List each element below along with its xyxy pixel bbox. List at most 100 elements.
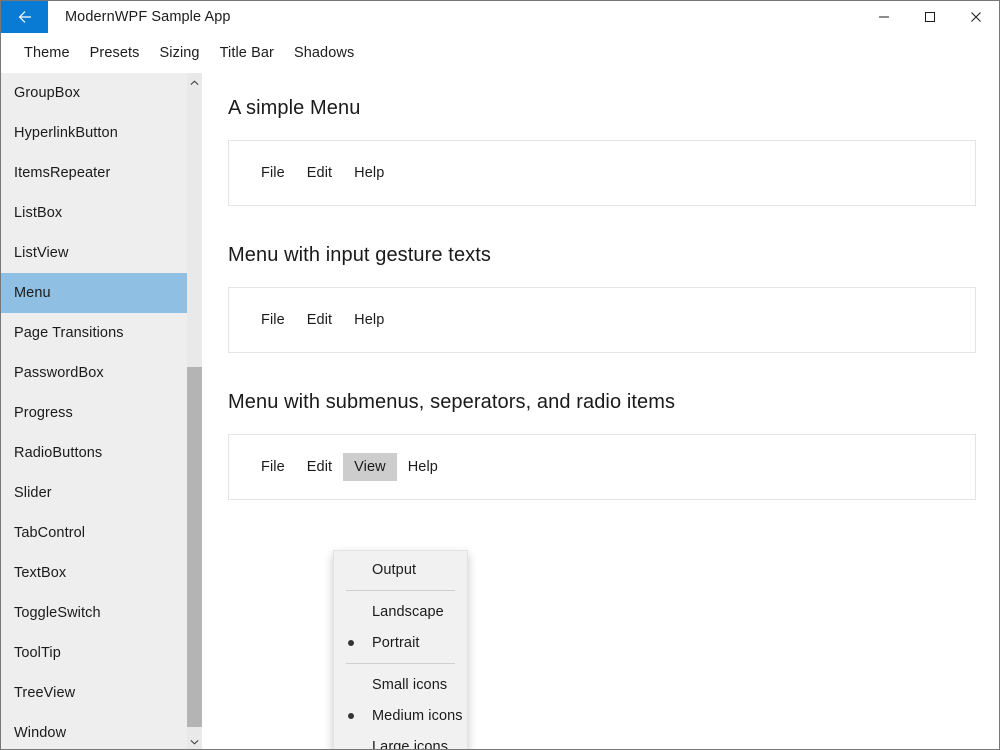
popup-item-large-icons[interactable]: Large icons — [334, 731, 467, 750]
popup-separator — [346, 663, 455, 664]
menubar: File Edit View Help — [250, 453, 449, 481]
view-dropdown-menu: Output Landscape Portrait Small icons Me… — [333, 550, 468, 750]
chevron-up-icon — [190, 73, 199, 91]
close-button[interactable] — [953, 1, 999, 33]
menubar: File Edit Help — [250, 159, 395, 187]
popup-item-portrait[interactable]: Portrait — [334, 627, 467, 658]
sidebar-item-label: PasswordBox — [14, 365, 104, 381]
section-submenu-menu: Menu with submenus, seperators, and radi… — [228, 389, 999, 500]
sidebar-item-label: Progress — [14, 405, 73, 421]
scroll-down-button[interactable] — [187, 732, 202, 749]
chevron-down-icon — [190, 732, 199, 750]
menu-item-edit[interactable]: Edit — [296, 159, 343, 187]
menu-card-simple: File Edit Help — [228, 140, 976, 206]
sidebar-item-label: Menu — [14, 285, 51, 301]
popup-item-landscape[interactable]: Landscape — [334, 596, 467, 627]
caption-buttons — [861, 1, 999, 33]
body: GroupBox HyperlinkButton ItemsRepeater L… — [1, 73, 999, 749]
sidebar-item-label: TabControl — [14, 525, 86, 541]
popup-item-label: Portrait — [372, 634, 420, 651]
sidebar-item-menu[interactable]: Menu — [1, 273, 187, 313]
sidebar-item-passwordbox[interactable]: PasswordBox — [1, 353, 187, 393]
menu-item-file[interactable]: File — [250, 453, 296, 481]
popup-item-medium-icons[interactable]: Medium icons — [334, 700, 467, 731]
maximize-icon — [924, 11, 936, 23]
sidebar-item-listbox[interactable]: ListBox — [1, 193, 187, 233]
close-icon — [970, 11, 982, 23]
section-title: Menu with submenus, seperators, and radi… — [228, 391, 676, 413]
sidebar: GroupBox HyperlinkButton ItemsRepeater L… — [1, 73, 202, 749]
sidebar-item-itemsrepeater[interactable]: ItemsRepeater — [1, 153, 187, 193]
menu-item-edit[interactable]: Edit — [296, 306, 343, 334]
maximize-button[interactable] — [907, 1, 953, 33]
sidebar-item-label: ToggleSwitch — [14, 605, 101, 621]
sidebar-item-slider[interactable]: Slider — [1, 473, 187, 513]
tab-sizing[interactable]: Sizing — [150, 41, 210, 65]
section-title: Menu with input gesture texts — [228, 244, 492, 266]
radio-checked-icon — [348, 639, 354, 646]
back-button[interactable] — [1, 1, 48, 33]
title-bar: ModernWPF Sample App — [1, 1, 999, 33]
sidebar-item-label: ListBox — [14, 205, 63, 221]
menu-item-help[interactable]: Help — [397, 453, 449, 481]
tab-presets[interactable]: Presets — [80, 41, 150, 65]
sidebar-item-progress[interactable]: Progress — [1, 393, 187, 433]
popup-item-small-icons[interactable]: Small icons — [334, 669, 467, 700]
scroll-up-button[interactable] — [187, 73, 202, 90]
menu-item-view[interactable]: View — [343, 453, 397, 481]
sidebar-item-tooltip[interactable]: ToolTip — [1, 633, 187, 673]
sidebar-item-label: ListView — [14, 245, 69, 261]
tab-shadows[interactable]: Shadows — [284, 41, 364, 65]
sidebar-scrollbar[interactable] — [187, 73, 202, 749]
popup-item-label: Small icons — [372, 676, 448, 693]
back-arrow-icon — [16, 8, 34, 26]
menu-card-gesture: File Edit Help — [228, 287, 976, 353]
popup-separator — [346, 590, 455, 591]
sidebar-item-toggleswitch[interactable]: ToggleSwitch — [1, 593, 187, 633]
sidebar-item-textbox[interactable]: TextBox — [1, 553, 187, 593]
sidebar-item-groupbox[interactable]: GroupBox — [1, 73, 187, 113]
sidebar-item-label: HyperlinkButton — [14, 125, 118, 141]
sidebar-item-radiobuttons[interactable]: RadioButtons — [1, 433, 187, 473]
sidebar-item-tabcontrol[interactable]: TabControl — [1, 513, 187, 553]
sidebar-item-window[interactable]: Window — [1, 713, 187, 749]
menu-item-file[interactable]: File — [250, 159, 296, 187]
popup-item-label: Landscape — [372, 603, 444, 620]
menu-item-help[interactable]: Help — [343, 159, 395, 187]
main-menu-bar: Theme Presets Sizing Title Bar Shadows — [1, 33, 999, 73]
tab-theme[interactable]: Theme — [14, 41, 80, 65]
menu-item-edit[interactable]: Edit — [296, 453, 343, 481]
popup-item-label: Large icons — [372, 738, 449, 750]
section-simple-menu: A simple Menu File Edit Help — [228, 95, 999, 206]
sidebar-item-label: GroupBox — [14, 85, 81, 101]
sidebar-item-page-transitions[interactable]: Page Transitions — [1, 313, 187, 353]
sidebar-list: GroupBox HyperlinkButton ItemsRepeater L… — [1, 73, 187, 749]
minimize-icon — [878, 11, 890, 23]
sidebar-item-listview[interactable]: ListView — [1, 233, 187, 273]
content-area: A simple Menu File Edit Help Menu with i… — [202, 73, 999, 749]
section-title: A simple Menu — [228, 97, 361, 119]
sidebar-item-label: ItemsRepeater — [14, 165, 111, 181]
sidebar-item-label: ToolTip — [14, 645, 61, 661]
window-title: ModernWPF Sample App — [65, 9, 231, 25]
section-gesture-menu: Menu with input gesture texts File Edit … — [228, 242, 999, 353]
menu-item-file[interactable]: File — [250, 306, 296, 334]
popup-item-label: Medium icons — [372, 707, 463, 724]
scrollbar-track[interactable] — [187, 90, 202, 732]
menubar: File Edit Help — [250, 306, 395, 334]
sidebar-item-label: Slider — [14, 485, 52, 501]
radio-checked-icon — [348, 712, 354, 719]
minimize-button[interactable] — [861, 1, 907, 33]
sidebar-item-treeview[interactable]: TreeView — [1, 673, 187, 713]
menu-item-help[interactable]: Help — [343, 306, 395, 334]
scrollbar-thumb[interactable] — [187, 367, 202, 727]
sidebar-item-label: TextBox — [14, 565, 67, 581]
menu-card-submenus: File Edit View Help — [228, 434, 976, 500]
tab-title-bar[interactable]: Title Bar — [210, 41, 284, 65]
sidebar-item-label: RadioButtons — [14, 445, 103, 461]
popup-item-output[interactable]: Output — [334, 554, 467, 585]
sidebar-item-label: Page Transitions — [14, 325, 124, 341]
sidebar-item-hyperlinkbutton[interactable]: HyperlinkButton — [1, 113, 187, 153]
